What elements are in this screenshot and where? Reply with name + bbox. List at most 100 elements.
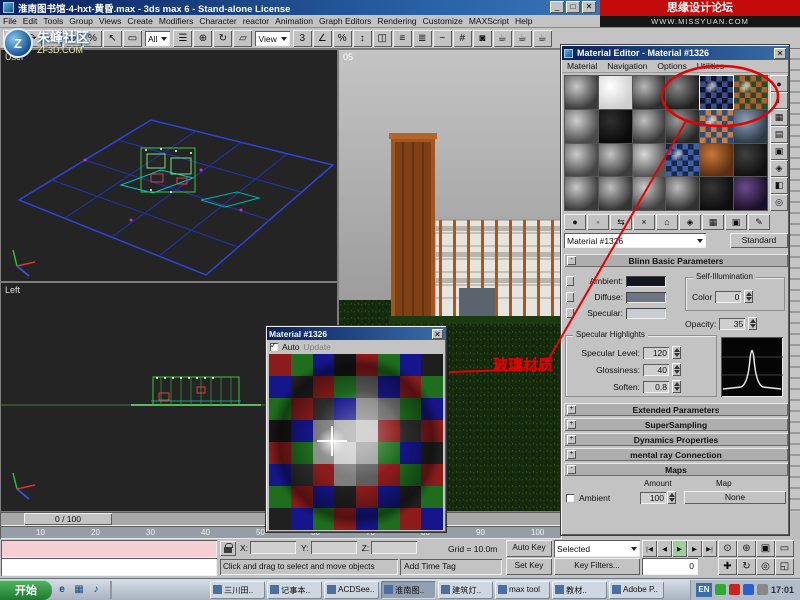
menu-animation[interactable]: Animation	[272, 15, 316, 27]
snap-toggle-icon[interactable]: 3	[293, 30, 312, 47]
menu-rendering[interactable]: Rendering	[374, 15, 419, 27]
me-menu-utilities[interactable]: Utilities	[692, 60, 729, 72]
render-scene-icon[interactable]: ☕	[493, 30, 512, 47]
material-slot-10[interactable]	[666, 110, 699, 143]
quick-render-icon[interactable]: ☕	[533, 30, 552, 47]
ambient-map-checkbox[interactable]	[566, 494, 574, 502]
zoom-all-icon[interactable]: ⊛	[737, 540, 756, 557]
material-editor-icon[interactable]: ◙	[473, 30, 492, 47]
schematic-view-icon[interactable]: #	[453, 30, 472, 47]
me-menu-material[interactable]: Material	[562, 60, 602, 72]
select-by-name-icon[interactable]: ☰	[173, 30, 192, 47]
sample-tiling-icon[interactable]: ▤	[770, 126, 788, 143]
curve-editor-icon[interactable]: ~	[433, 30, 452, 47]
param-field[interactable]: 120	[643, 347, 669, 359]
zoom-extents-icon[interactable]: ▣	[756, 540, 775, 557]
select-move-icon[interactable]: ⊕	[193, 30, 212, 47]
minimize-button[interactable]: _	[550, 1, 564, 13]
auto-key-button[interactable]: Auto Key	[506, 540, 552, 557]
min-max-toggle-icon[interactable]: ◱	[775, 558, 794, 575]
preview-titlebar[interactable]: Material #1326 ✕	[267, 327, 445, 340]
coordinate-field[interactable]	[371, 541, 417, 554]
selection-filter-dropdown[interactable]: All	[145, 31, 170, 46]
material-slot-2[interactable]	[599, 76, 632, 109]
select-object-icon[interactable]: ↖	[103, 30, 122, 47]
preview-close-button[interactable]: ✕	[432, 329, 443, 339]
key-filter-set-dropdown[interactable]: Selected	[554, 540, 640, 557]
ambient-color-swatch[interactable]	[626, 276, 666, 287]
material-slot-9[interactable]	[633, 110, 666, 143]
menu-tools[interactable]: Tools	[40, 15, 66, 27]
zoom-region-icon[interactable]: ▭	[775, 540, 794, 557]
material-slot-6[interactable]	[734, 76, 767, 109]
previous-frame-icon[interactable]: ◀	[657, 540, 672, 557]
taskbar-task[interactable]: 建筑灯..	[438, 581, 493, 599]
material-type-button[interactable]: Standard	[730, 233, 788, 248]
material-slot-4[interactable]	[666, 76, 699, 109]
spinner[interactable]	[672, 380, 681, 393]
reset-map-icon[interactable]: ×	[633, 214, 655, 230]
taskbar-task[interactable]: 淮南图..	[381, 581, 436, 599]
selection-lock-toggle[interactable]	[220, 541, 236, 556]
material-slot-24[interactable]	[734, 177, 767, 210]
material-slot-7[interactable]	[565, 110, 598, 143]
play-icon[interactable]: ▶	[672, 540, 687, 557]
reference-coordinate-dropdown[interactable]: View	[255, 31, 289, 46]
material-slot-11[interactable]	[700, 110, 733, 143]
menu-views[interactable]: Views	[96, 15, 125, 27]
viewport-label-camera[interactable]: 05	[343, 52, 353, 62]
viewport-label-user[interactable]: User	[5, 52, 24, 62]
diffuse-color-swatch[interactable]	[626, 292, 666, 303]
spinner[interactable]	[667, 491, 676, 504]
next-frame-icon[interactable]: ▶	[687, 540, 702, 557]
language-indicator[interactable]: EN	[696, 583, 712, 597]
pan-icon[interactable]: ✚	[718, 558, 737, 575]
tray-icon-green[interactable]	[715, 584, 726, 595]
tray-icon-red[interactable]	[729, 584, 740, 595]
rollout-blinn-basic-parameters[interactable]: - Blinn Basic Parameters	[564, 254, 788, 267]
material-slot-19[interactable]	[565, 177, 598, 210]
tray-icon-blue[interactable]	[743, 584, 754, 595]
material-slot-17[interactable]	[700, 144, 733, 177]
select-link-icon[interactable]: ∞	[43, 30, 62, 47]
material-slot-1[interactable]	[565, 76, 598, 109]
material-slot-3[interactable]	[633, 76, 666, 109]
spinner[interactable]	[672, 363, 681, 376]
lock-button[interactable]	[566, 292, 574, 302]
param-field[interactable]: 40	[643, 364, 669, 376]
undo-icon[interactable]: ↶	[3, 30, 22, 47]
sample-type-icon[interactable]: ●	[770, 75, 788, 92]
material-slot-14[interactable]	[599, 144, 632, 177]
time-slider-thumb[interactable]: 0 / 100	[24, 513, 112, 525]
select-rotate-icon[interactable]: ↻	[213, 30, 232, 47]
make-copy-icon[interactable]: ⌂	[656, 214, 678, 230]
auto-update-checkbox[interactable]	[270, 343, 278, 351]
command-panel-strip[interactable]	[790, 49, 800, 512]
mirror-icon[interactable]: ◫	[373, 30, 392, 47]
taskbar-task[interactable]: 记事本..	[267, 581, 322, 599]
menu-create[interactable]: Create	[124, 15, 156, 27]
menu-graph-editors[interactable]: Graph Editors	[316, 15, 374, 27]
close-button[interactable]: ✕	[582, 1, 596, 13]
material-slot-12[interactable]	[734, 110, 767, 143]
percent-snap-icon[interactable]: %	[333, 30, 352, 47]
options-icon[interactable]: ◧	[770, 177, 788, 194]
media-player-icon[interactable]: ♪	[88, 582, 104, 598]
render-type-icon[interactable]: ☕	[513, 30, 532, 47]
me-menu-navigation[interactable]: Navigation	[602, 60, 652, 72]
rollout-maps[interactable]: -Maps	[564, 463, 788, 476]
specular-color-swatch[interactable]	[626, 308, 666, 319]
spinner-snap-icon[interactable]: ↕	[353, 30, 372, 47]
selfillum-value-field[interactable]: 0	[715, 291, 741, 303]
menu-character[interactable]: Character	[196, 15, 239, 27]
taskbar-task[interactable]: 教材..	[552, 581, 607, 599]
menu-customize[interactable]: Customize	[420, 15, 466, 27]
arc-rotate-icon[interactable]: ↻	[737, 558, 756, 575]
taskbar-task[interactable]: 三川田..	[210, 581, 265, 599]
lock-button[interactable]	[566, 308, 574, 318]
opacity-field[interactable]: 35	[719, 318, 745, 330]
material-slot-15[interactable]	[633, 144, 666, 177]
show-desktop-icon[interactable]: ▦	[71, 582, 87, 598]
taskbar-task[interactable]: ACDSee..	[324, 581, 379, 599]
material-slot-5[interactable]	[700, 76, 733, 109]
